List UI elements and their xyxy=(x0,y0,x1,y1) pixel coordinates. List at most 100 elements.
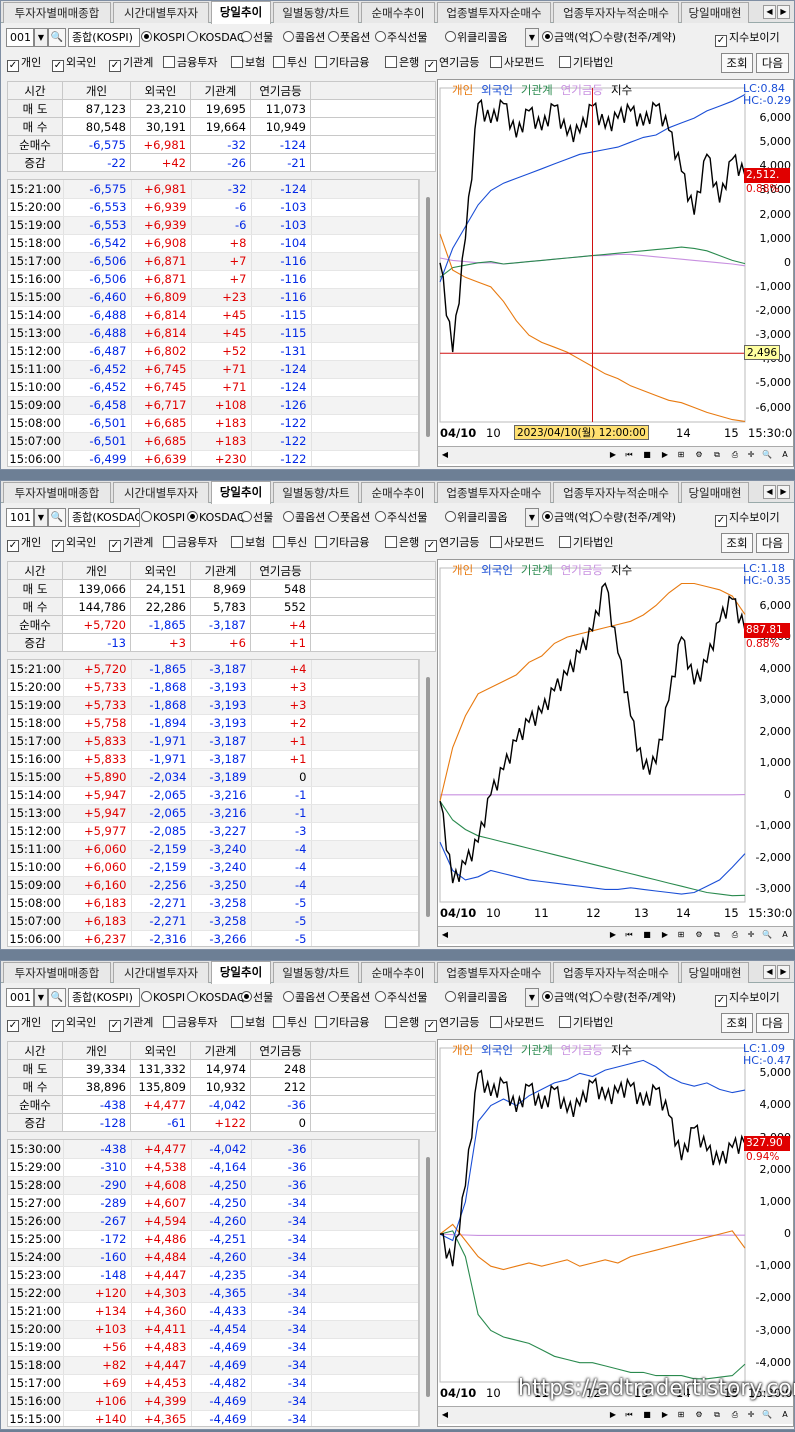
scroll-right-icon[interactable]: ▶ xyxy=(606,1409,620,1422)
radio-amount-circle[interactable] xyxy=(542,511,553,522)
next-button[interactable]: 다음 xyxy=(756,1013,789,1033)
tab-4[interactable]: 순매수추이 xyxy=(361,2,435,23)
table-row[interactable]: 15:11:00 +6,060 -2,159 -3,240 -4 xyxy=(8,840,418,859)
radio-put-circle[interactable] xyxy=(328,991,339,1002)
filter-checkbox-9[interactable]: 사모펀드 xyxy=(490,53,544,72)
filter-check-icon[interactable]: ✓ xyxy=(7,1020,19,1032)
filter-check-icon[interactable]: ✓ xyxy=(425,1020,437,1032)
radio-qty-circle[interactable] xyxy=(591,31,602,42)
print-icon[interactable]: ⎙ xyxy=(728,1409,742,1422)
zoom-in-icon[interactable]: ⊞ xyxy=(674,929,688,942)
filter-check-icon[interactable] xyxy=(315,536,327,548)
crosshair-icon[interactable]: ✛ xyxy=(744,449,758,462)
table-row[interactable]: 15:28:00 -290 +4,608 -4,250 -36 xyxy=(8,1176,418,1195)
tab-3[interactable]: 일별동향/차트 xyxy=(273,2,359,23)
settings-icon[interactable]: ⚙ xyxy=(692,929,706,942)
time-series-list[interactable]: 15:30:00 -438 +4,477 -4,042 -36 15:29:00 -310 +… xyxy=(7,1139,419,1427)
scroll-right-icon[interactable]: ▶ xyxy=(606,929,620,942)
tab-6[interactable]: 업종투자자누적순매수 xyxy=(553,962,679,983)
table-row[interactable]: 15:18:00 +82 +4,447 -4,469 -34 xyxy=(8,1356,418,1375)
radio-weekly[interactable]: 위클리콜옵 xyxy=(445,988,508,1007)
table-row[interactable]: 15:18:00 -6,542 +6,908 +8 -104 xyxy=(8,234,418,253)
chevron-down-icon[interactable]: ▼ xyxy=(34,28,48,47)
filter-check-icon[interactable]: ✓ xyxy=(52,540,64,552)
next-button[interactable]: 다음 xyxy=(756,53,789,73)
text-icon[interactable]: A xyxy=(778,1409,792,1422)
print-icon[interactable]: ⎙ xyxy=(728,449,742,462)
radio-qty[interactable]: 수량(천주/계약) xyxy=(591,988,676,1007)
table-row[interactable]: 15:10:00 -6,452 +6,745 +71 -124 xyxy=(8,378,418,397)
filter-check-icon[interactable] xyxy=(273,56,285,68)
radio-put-circle[interactable] xyxy=(328,31,339,42)
filter-checkbox-8[interactable]: ✓ 연기금등 xyxy=(425,1013,479,1032)
table-row[interactable]: 15:09:00 -6,458 +6,717 +108 -126 xyxy=(8,396,418,415)
radio-amount[interactable]: 금액(억) xyxy=(542,988,593,1007)
filter-checkbox-6[interactable]: 기타금융 xyxy=(315,53,369,72)
table-row[interactable]: 15:10:00 +6,060 -2,159 -3,240 -4 xyxy=(8,858,418,877)
chevron-down-icon[interactable]: ▼ xyxy=(34,988,48,1007)
filter-check-icon[interactable] xyxy=(559,56,571,68)
filter-check-icon[interactable] xyxy=(385,56,397,68)
filter-check-icon[interactable] xyxy=(231,536,243,548)
radio-amount[interactable]: 금액(억) xyxy=(542,508,593,527)
play-icon[interactable]: ▶ xyxy=(658,929,672,942)
radio-kospi[interactable]: KOSPI xyxy=(141,508,185,527)
first-icon[interactable]: ⏮ xyxy=(622,449,636,462)
radio-kospi[interactable]: KOSPI xyxy=(141,988,185,1007)
next-button[interactable]: 다음 xyxy=(756,533,789,553)
filter-check-icon[interactable] xyxy=(315,1016,327,1028)
play-icon[interactable]: ▶ xyxy=(658,449,672,462)
tab-3[interactable]: 일별동향/차트 xyxy=(273,482,359,503)
filter-checkbox-4[interactable]: 보험 xyxy=(231,533,265,552)
radio-call[interactable]: 콜옵션 xyxy=(283,988,325,1007)
radio-call-circle[interactable] xyxy=(283,991,294,1002)
table-row[interactable]: 15:15:00 +140 +4,365 -4,469 -34 xyxy=(8,1410,418,1426)
radio-kospi-circle[interactable] xyxy=(141,31,152,42)
filter-check-icon[interactable]: ✓ xyxy=(109,1020,121,1032)
print-icon[interactable]: ⎙ xyxy=(728,929,742,942)
radio-put[interactable]: 풋옵션 xyxy=(328,28,370,47)
table-row[interactable]: 15:19:00 +56 +4,483 -4,469 -34 xyxy=(8,1338,418,1357)
table-row[interactable]: 15:06:00 +6,237 -2,316 -3,266 -5 xyxy=(8,930,418,946)
filter-checkbox-9[interactable]: 사모펀드 xyxy=(490,533,544,552)
show-index-checkbox[interactable]: ✓ 지수보이기 xyxy=(715,988,780,1007)
time-series-list[interactable]: 15:21:00 +5,720 -1,865 -3,187 +4 15:20:00 +5,7… xyxy=(7,659,419,947)
copy-icon[interactable]: ⧉ xyxy=(710,929,724,942)
filter-checkbox-10[interactable]: 기타법인 xyxy=(559,53,613,72)
tab-scroll-right-icon[interactable]: ▶ xyxy=(777,485,790,499)
radio-kospi-circle[interactable] xyxy=(141,991,152,1002)
tab-2[interactable]: 당일추이 xyxy=(211,1,271,24)
filter-checkbox-8[interactable]: ✓ 연기금등 xyxy=(425,533,479,552)
table-row[interactable]: 15:20:00 +5,733 -1,868 -3,193 +3 xyxy=(8,678,418,697)
text-icon[interactable]: A xyxy=(778,449,792,462)
radio-qty-circle[interactable] xyxy=(591,991,602,1002)
filter-checkbox-2[interactable]: ✓ 기관계 xyxy=(109,1013,153,1032)
table-row[interactable]: 15:07:00 +6,183 -2,271 -3,258 -5 xyxy=(8,912,418,931)
filter-check-icon[interactable]: ✓ xyxy=(52,60,64,72)
table-row[interactable]: 15:07:00 -6,501 +6,685 +183 -122 xyxy=(8,432,418,451)
show-index-check-icon[interactable]: ✓ xyxy=(715,35,727,47)
market-code-input[interactable]: 001 xyxy=(6,28,34,47)
table-row[interactable]: 15:06:00 -6,499 +6,639 +230 -122 xyxy=(8,450,418,466)
table-row[interactable]: 15:17:00 +5,833 -1,971 -3,187 +1 xyxy=(8,732,418,751)
table-row[interactable]: 15:15:00 +5,890 -2,034 -3,189 0 xyxy=(8,768,418,787)
filter-checkbox-10[interactable]: 기타법인 xyxy=(559,533,613,552)
tab-5[interactable]: 업종별투자자순매수 xyxy=(437,2,551,23)
time-series-list[interactable]: 15:21:00 -6,575 +6,981 -32 -124 15:20:00 -6,55… xyxy=(7,179,419,467)
radio-stock_futures[interactable]: 주식선물 xyxy=(375,508,427,527)
radio-weekly[interactable]: 위클리콜옵 xyxy=(445,508,508,527)
table-row[interactable]: 15:08:00 +6,183 -2,271 -3,258 -5 xyxy=(8,894,418,913)
filter-check-icon[interactable]: ✓ xyxy=(52,1020,64,1032)
filter-check-icon[interactable]: ✓ xyxy=(109,540,121,552)
radio-qty-circle[interactable] xyxy=(591,511,602,522)
crosshair-icon[interactable]: ✛ xyxy=(744,929,758,942)
table-row[interactable]: 15:16:00 -6,506 +6,871 +7 -116 xyxy=(8,270,418,289)
table-row[interactable]: 15:14:00 -6,488 +6,814 +45 -115 xyxy=(8,306,418,325)
copy-icon[interactable]: ⧉ xyxy=(710,449,724,462)
table-row[interactable]: 15:20:00 -6,553 +6,939 -6 -103 xyxy=(8,198,418,217)
list-scrollbar[interactable] xyxy=(419,659,435,947)
table-row[interactable]: 15:20:00 +103 +4,411 -4,454 -34 xyxy=(8,1320,418,1339)
table-row[interactable]: 15:13:00 +5,947 -2,065 -3,216 -1 xyxy=(8,804,418,823)
table-row[interactable]: 15:17:00 +69 +4,453 -4,482 -34 xyxy=(8,1374,418,1393)
filter-check-icon[interactable] xyxy=(231,1016,243,1028)
